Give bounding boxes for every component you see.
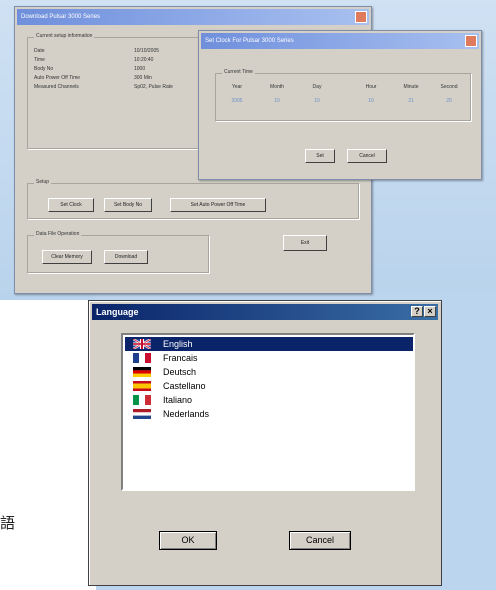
month-value[interactable]: 10 (262, 98, 292, 104)
year-header: Year (231, 84, 243, 90)
cancel-button[interactable]: Cancel (289, 531, 351, 550)
list-item-label: Nederlands (163, 409, 210, 419)
minute-header: Minute (403, 84, 419, 90)
language-dialog: Language ? × English Francais Deutsch Ca… (88, 300, 442, 586)
info-value-channels: Sp02, Pulse Rate (134, 84, 173, 90)
italy-flag-icon (133, 395, 151, 405)
download-button[interactable]: Download (104, 250, 148, 264)
info-key-time: Time (34, 57, 45, 63)
clear-memory-button[interactable]: Clear Memory (42, 250, 92, 264)
clock-cancel-button[interactable]: Cancel (347, 149, 387, 163)
list-item-deutsch[interactable]: Deutsch (125, 365, 413, 379)
france-flag-icon (133, 353, 151, 363)
day-header: Day (312, 84, 322, 90)
set-clock-window: Set Clock For Pulsar 3000 Series Current… (198, 30, 482, 180)
info-value-body: 1000 (134, 66, 146, 72)
data-file-group: Data File Operation Clear Memory Downloa… (27, 231, 209, 273)
current-time-label: Current Time (222, 69, 255, 75)
second-value[interactable]: 20 (434, 98, 464, 104)
list-item-label: Castellano (163, 381, 206, 391)
set-clock-button[interactable]: Set Clock (48, 198, 94, 212)
list-item-castellano[interactable]: Castellano (125, 379, 413, 393)
info-value-date: 10/10/2005 (134, 48, 160, 54)
info-key-autopower: Auto Power Off Time (34, 75, 81, 81)
setup-group: Setup Set Clock Set Body No Set Auto Pow… (27, 179, 359, 219)
language-list[interactable]: English Francais Deutsch Castellano Ital… (121, 333, 415, 491)
list-item-nederlands[interactable]: Nederlands (125, 407, 413, 421)
setup-info-label: Current setup information (34, 33, 95, 39)
second-header: Second (440, 84, 458, 90)
info-value-autopower: 300 Min (134, 75, 152, 81)
list-item-italiano[interactable]: Italiano (125, 393, 413, 407)
language-dialog-title: Language (92, 304, 438, 320)
current-time-group: Current Time Year Month Day Hour Minute … (215, 69, 471, 121)
close-icon[interactable] (465, 35, 477, 47)
close-icon[interactable] (355, 11, 367, 23)
hour-header: Hour (365, 84, 377, 90)
list-item-francais[interactable]: Francais (125, 351, 413, 365)
list-item-label: Francais (163, 353, 198, 363)
info-key-body: Body No (34, 66, 54, 72)
exit-button[interactable]: Exit (283, 235, 327, 251)
close-icon[interactable]: × (424, 306, 436, 317)
help-icon[interactable]: ? (411, 306, 423, 317)
set-auto-power-off-button[interactable]: Set Auto Power Off Time (170, 198, 266, 212)
netherlands-flag-icon (133, 409, 151, 419)
ok-button[interactable]: OK (159, 531, 217, 550)
hour-value[interactable]: 10 (356, 98, 386, 104)
list-item-english[interactable]: English (125, 337, 413, 351)
setup-group-label: Setup (34, 179, 52, 185)
data-file-label: Data File Operation (34, 231, 82, 237)
day-value[interactable]: 10 (302, 98, 332, 104)
set-body-no-button[interactable]: Set Body No (104, 198, 152, 212)
month-header: Month (270, 84, 284, 90)
germany-flag-icon (133, 367, 151, 377)
list-item-label: English (163, 339, 193, 349)
info-value-time: 10:20:40 (134, 57, 154, 63)
uk-flag-icon (133, 339, 151, 349)
list-item-label: Deutsch (163, 367, 197, 377)
info-key-channels: Measured Channels (34, 84, 79, 90)
minute-value[interactable]: 21 (396, 98, 426, 104)
set-clock-window-title: Set Clock For Pulsar 3000 Series (201, 33, 479, 49)
side-caption: 語 (0, 514, 16, 532)
info-key-date: Date (34, 48, 45, 54)
spain-flag-icon (133, 381, 151, 391)
year-value[interactable]: 2005 (222, 98, 252, 104)
set-button[interactable]: Set (305, 149, 335, 163)
download-window-title: Download Pulsar 3000 Series (17, 9, 369, 25)
list-item-label: Italiano (163, 395, 193, 405)
